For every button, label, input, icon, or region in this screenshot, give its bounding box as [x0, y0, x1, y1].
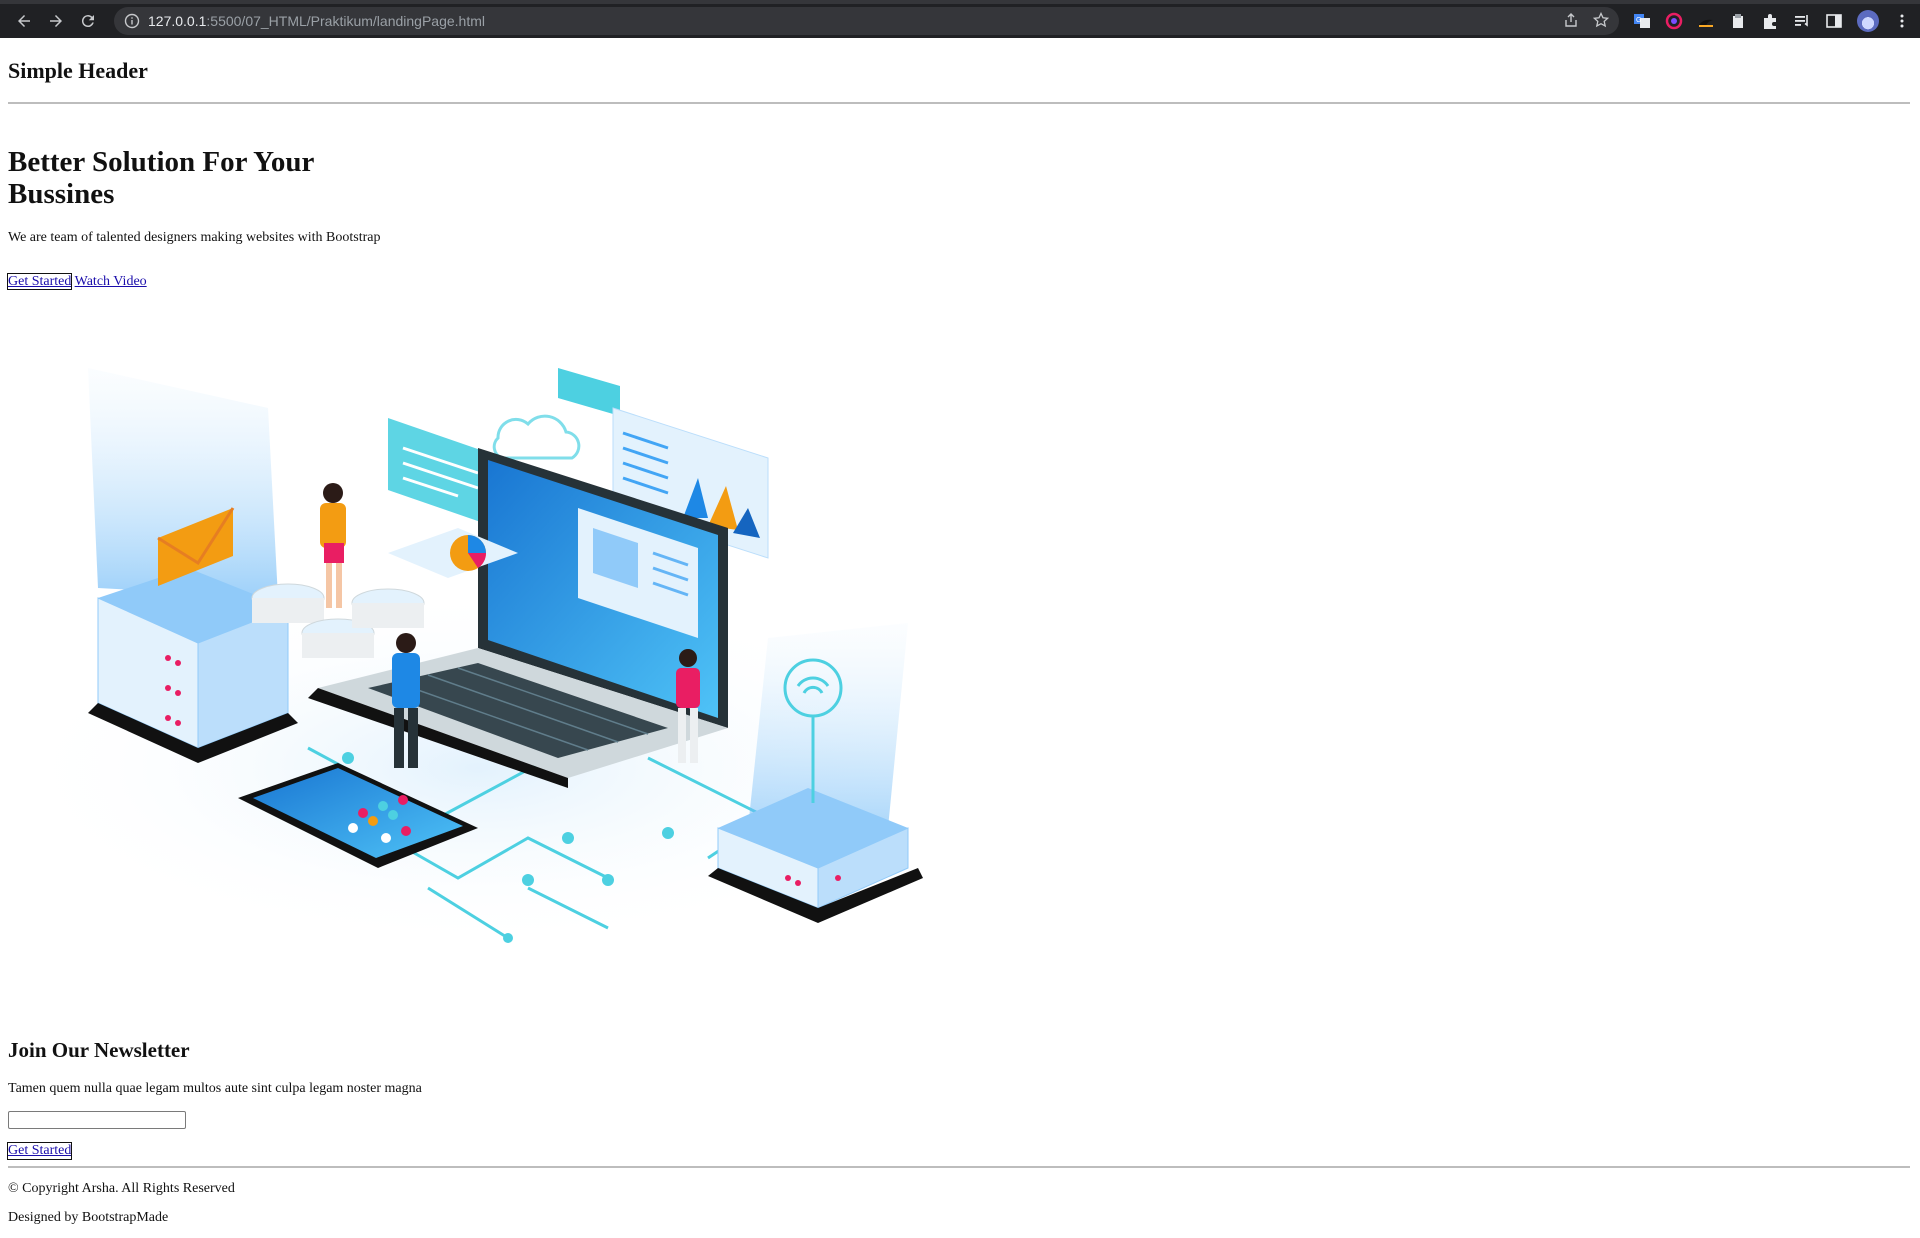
get-started-link[interactable]: Get Started [6, 273, 73, 290]
footer-divider [8, 1166, 1910, 1168]
back-button[interactable] [8, 5, 40, 37]
color-picker-extension-icon[interactable] [1665, 12, 1683, 30]
bookmark-star-icon[interactable] [1592, 11, 1610, 31]
site-header-title: Simple Header [8, 58, 148, 83]
browser-toolbar: 127.0.0.1:5500/07_HTML/Praktikum/landing… [0, 0, 1920, 38]
hero-subtitle: We are team of talented designers making… [8, 230, 381, 245]
dark-extension-icon[interactable] [1697, 12, 1715, 30]
menu-kebab-icon[interactable] [1893, 12, 1911, 30]
arrow-left-icon [18, 15, 30, 27]
newsletter-email-input[interactable] [8, 1111, 186, 1129]
hero-title: Better Solution For Your Bussines [8, 146, 314, 210]
clipboard-extension-icon[interactable] [1729, 12, 1747, 30]
forward-button[interactable] [40, 5, 72, 37]
reading-list-icon[interactable] [1793, 12, 1811, 30]
share-icon[interactable] [1563, 12, 1579, 31]
arrow-right-icon [50, 15, 62, 27]
cloud-icon [492, 414, 581, 460]
newsletter-get-started-link[interactable]: Get Started [6, 1142, 73, 1160]
reload-icon [81, 15, 94, 28]
translate-extension-icon[interactable]: G [1633, 12, 1651, 30]
reload-button[interactable] [72, 5, 104, 37]
page-content: Simple Header Better Solution For Your B… [0, 58, 1920, 1238]
side-panel-icon[interactable] [1825, 12, 1843, 30]
profile-avatar[interactable] [1857, 10, 1879, 32]
hero-illustration [8, 368, 948, 948]
svg-text:G: G [1636, 17, 1641, 24]
url-host: 127.0.0.1 [148, 13, 207, 29]
footer-designed-by: Designed by BootstrapMade [8, 1210, 169, 1225]
newsletter-text: Tamen quem nulla quae legam multos aute … [8, 1081, 422, 1096]
extensions-puzzle-icon[interactable] [1761, 12, 1779, 30]
woman-figure [320, 483, 346, 608]
address-bar[interactable]: 127.0.0.1:5500/07_HTML/Praktikum/landing… [114, 7, 1619, 35]
hero-actions: Get Started Watch Video [6, 273, 1912, 290]
watch-video-link[interactable]: Watch Video [75, 274, 147, 289]
url-path: :5500/07_HTML/Praktikum/landingPage.html [206, 13, 485, 29]
info-icon[interactable] [124, 13, 140, 29]
floating-panel-small [558, 368, 620, 416]
header-divider [8, 102, 1910, 104]
footer-copyright: © Copyright Arsha. All Rights Reserved [8, 1181, 235, 1196]
newsletter-title: Join Our Newsletter [8, 1038, 190, 1062]
